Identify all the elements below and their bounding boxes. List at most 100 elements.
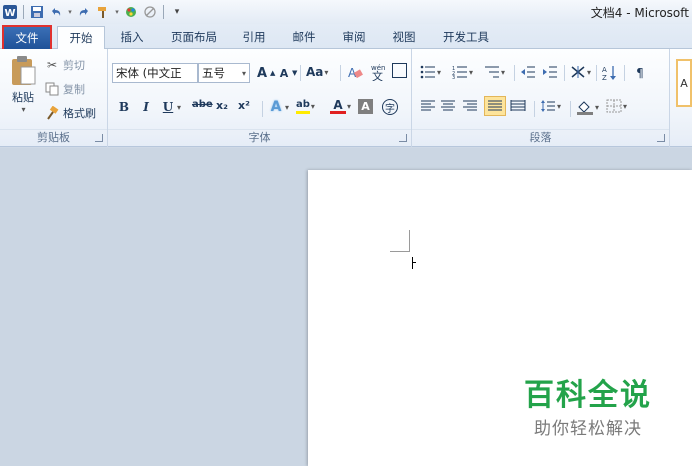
align-right-button[interactable]	[462, 99, 478, 113]
enclose-characters-button[interactable]: 字	[382, 99, 398, 115]
multilevel-list-button[interactable]: ▾	[484, 65, 505, 79]
undo-dropdown-icon[interactable]: ▾	[67, 4, 73, 20]
grow-font-button[interactable]: A ▲	[254, 65, 275, 81]
borders-button[interactable]: ▾	[606, 99, 627, 113]
text-effects-button[interactable]: A ▾	[268, 99, 289, 115]
scissors-icon: ✂	[46, 58, 58, 72]
align-left-button[interactable]	[420, 99, 436, 113]
style-preview-normal[interactable]: A	[676, 59, 692, 107]
change-case-button[interactable]: Aa ▾	[306, 65, 328, 79]
svg-text:W: W	[4, 8, 15, 19]
palette-icon[interactable]	[123, 4, 139, 20]
tab-view[interactable]: 视图	[387, 26, 421, 49]
tab-developer[interactable]: 开发工具	[437, 26, 495, 49]
paragraph-dialog-launcher[interactable]	[657, 134, 665, 142]
qat-dropdown-icon[interactable]: ▾	[114, 4, 120, 20]
undo-icon[interactable]	[48, 4, 64, 20]
shrink-font-button[interactable]: A ▼	[276, 65, 298, 81]
bold-button[interactable]: B	[116, 99, 132, 115]
watermark-title: 百科全说	[524, 378, 652, 413]
window-title: 文档4 - Microsoft	[590, 6, 689, 20]
copy-label: 复制	[63, 83, 85, 96]
bullets-button[interactable]: ▾	[420, 65, 441, 79]
font-group-label: 字体	[108, 129, 411, 145]
format-painter-label: 格式刷	[63, 107, 96, 120]
align-center-icon	[441, 100, 455, 111]
tab-page-layout[interactable]: 页面布局	[165, 26, 223, 49]
tab-insert[interactable]: 插入	[115, 26, 149, 49]
clear-formatting-button[interactable]: A	[346, 63, 364, 81]
paste-icon	[12, 56, 36, 85]
paste-dropdown-icon[interactable]: ▾	[21, 105, 25, 114]
align-left-icon	[421, 100, 435, 111]
font-name-select[interactable]: 宋体 (中文正	[112, 63, 198, 83]
clipboard-dialog-launcher[interactable]	[95, 134, 103, 142]
font-name-value: 宋体 (中文正	[116, 66, 184, 80]
justify-button[interactable]	[484, 96, 506, 116]
paragraph-separator	[596, 65, 597, 81]
styles-group: A	[670, 49, 692, 147]
underline-icon: U	[162, 100, 174, 114]
tab-file[interactable]: 文件	[2, 25, 52, 51]
ribbon: 粘贴 ▾ ✂ 剪切 复制 格式刷 剪贴板 宋体 (中文正 五号 ▾ A ▲ A …	[0, 49, 692, 147]
increase-indent-button[interactable]	[542, 65, 558, 79]
chinese-layout-icon	[571, 66, 585, 78]
paste-label: 粘贴	[12, 91, 34, 104]
cut-button[interactable]: ✂ 剪切	[44, 57, 85, 73]
tab-review[interactable]: 审阅	[337, 26, 371, 49]
margin-corner-mark	[390, 251, 410, 252]
font-dialog-launcher[interactable]	[399, 134, 407, 142]
distributed-button[interactable]	[510, 99, 526, 113]
paragraph-group: ▾ 1 2 3 ▾ ▾ ▾ AZ ¶ ▾ ▾ ▾ 段落	[412, 49, 670, 147]
sort-button[interactable]: AZ	[602, 65, 618, 81]
highlight-button[interactable]: ab ▾	[296, 99, 315, 114]
tab-mailings[interactable]: 邮件	[287, 26, 321, 49]
numbering-button[interactable]: 1 2 3 ▾	[452, 65, 473, 79]
line-spacing-button[interactable]: ▾	[540, 99, 561, 113]
character-border-button[interactable]	[392, 63, 407, 78]
chinese-layout-button[interactable]: ▾	[570, 65, 591, 79]
erase-icon[interactable]	[142, 4, 158, 20]
subscript-button[interactable]: x₂	[216, 99, 228, 112]
italic-button[interactable]: I	[138, 99, 154, 115]
grow-font-icon: A	[256, 65, 268, 81]
svg-text:3: 3	[452, 75, 455, 79]
font-separator	[340, 65, 341, 81]
font-color-button[interactable]: A ▾	[330, 98, 351, 114]
copy-button[interactable]: 复制	[44, 81, 85, 97]
distributed-icon	[510, 100, 526, 111]
superscript-button[interactable]: x²	[238, 99, 250, 112]
align-center-button[interactable]	[440, 99, 456, 113]
paste-button[interactable]: 粘贴 ▾	[6, 53, 40, 114]
tab-home[interactable]: 开始	[57, 26, 105, 50]
document-workspace: 百科全说 助你轻松解决	[0, 148, 692, 466]
show-marks-button[interactable]: ¶	[632, 65, 648, 81]
character-shading-button[interactable]: A	[358, 99, 373, 114]
format-painter-button[interactable]: 格式刷	[44, 105, 96, 121]
watermark: 百科全说 助你轻松解决	[518, 370, 658, 439]
paragraph-separator	[624, 65, 625, 81]
redo-icon[interactable]	[76, 4, 92, 20]
bullets-icon	[420, 65, 435, 79]
phonetic-guide-button[interactable]: wén 文	[370, 63, 390, 81]
save-icon[interactable]	[29, 4, 45, 20]
format-painter-qat-icon[interactable]	[95, 4, 111, 20]
margin-corner-mark	[409, 230, 410, 252]
tab-references[interactable]: 引用	[237, 26, 271, 49]
word-app-icon[interactable]: W	[2, 4, 18, 20]
paragraph-separator	[564, 65, 565, 81]
document-page[interactable]: 百科全说 助你轻松解决	[308, 170, 692, 466]
decrease-indent-button[interactable]	[520, 65, 536, 79]
quick-access-toolbar: W ▾ ▾ ▾	[2, 2, 185, 22]
strikethrough-button[interactable]: abe	[192, 99, 213, 110]
highlight-icon: ab	[296, 99, 310, 114]
customize-qat-icon[interactable]: ▾	[169, 4, 185, 20]
line-spacing-icon	[541, 100, 555, 112]
shading-button[interactable]: ▾	[576, 99, 599, 115]
qat-separator	[23, 5, 24, 19]
font-size-select[interactable]: 五号 ▾	[198, 63, 250, 83]
font-separator	[262, 101, 263, 117]
bold-icon: B	[118, 100, 130, 114]
character-shading-icon: A	[358, 99, 373, 114]
underline-button[interactable]: U ▾	[160, 99, 181, 115]
